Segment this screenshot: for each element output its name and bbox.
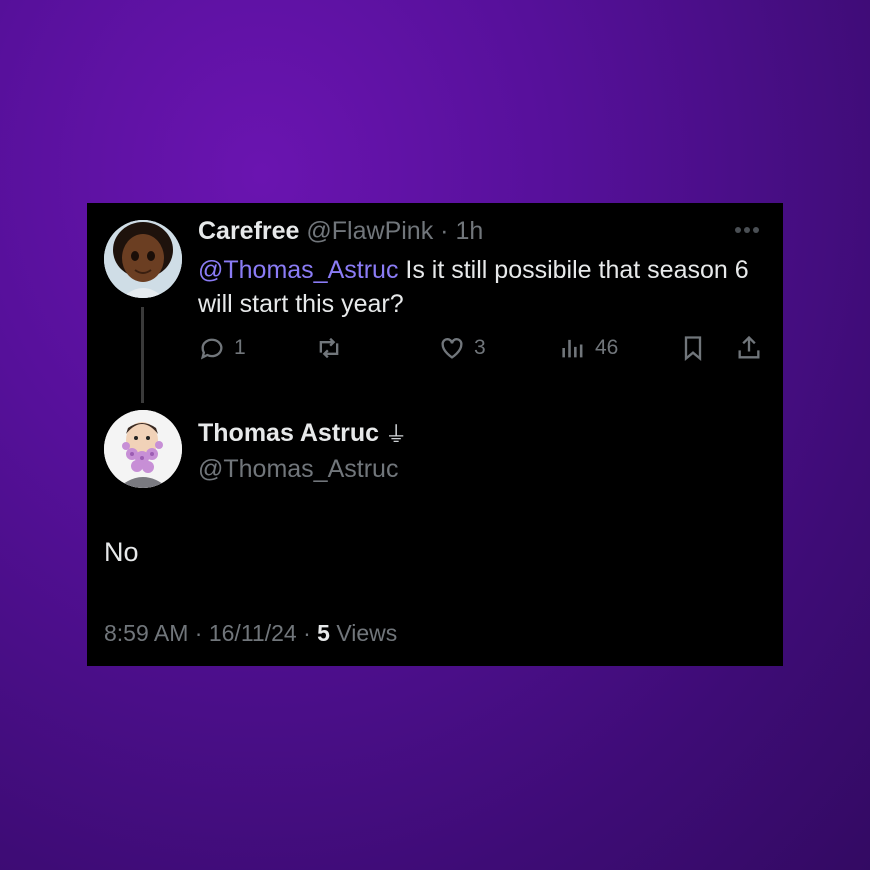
mention-link[interactable]: @Thomas_Astruc <box>198 256 398 284</box>
reply-meta: 8:59 AM · 16/11/24 · 5 Views <box>104 620 397 647</box>
share-button[interactable] <box>735 331 763 365</box>
author-handle[interactable]: @FlawPink <box>306 217 433 245</box>
retweet-button[interactable] <box>315 331 351 365</box>
reply-date[interactable]: 16/11/24 <box>209 620 297 646</box>
meta-separator: · <box>303 620 311 646</box>
tweet-text: @Thomas_Astruc Is it still possibile tha… <box>198 253 768 321</box>
reply-views-label: Views <box>336 620 398 646</box>
avatar-thomas-astruc[interactable] <box>104 410 182 488</box>
tweet-actions: 1 3 46 <box>198 331 768 365</box>
reply-text: No <box>104 537 139 567</box>
like-icon <box>441 338 463 359</box>
affiliation-badge-icon[interactable]: ⏚ <box>385 417 407 449</box>
tweet-header: Carefree @FlawPink · 1h <box>198 217 483 246</box>
retweet-icon <box>319 337 339 359</box>
like-button[interactable]: 3 <box>438 331 486 365</box>
reply-views-count: 5 <box>317 620 330 646</box>
meta-separator: · <box>194 620 203 646</box>
reply-author-name[interactable]: Thomas Astruc <box>198 419 379 448</box>
author-name[interactable]: Carefree <box>198 217 299 245</box>
share-icon <box>738 335 760 359</box>
reply-count: 1 <box>234 336 246 359</box>
bookmark-icon <box>684 336 702 361</box>
bookmark-button[interactable] <box>679 331 707 365</box>
time-ago[interactable]: 1h <box>455 217 483 245</box>
reply-button[interactable]: 1 <box>198 331 246 365</box>
reply-author-row: Thomas Astruc ⏚ <box>198 417 407 449</box>
like-count: 3 <box>474 336 486 359</box>
views-count: 46 <box>595 336 619 359</box>
avatar-carefree[interactable] <box>104 220 182 298</box>
tweet-card: Carefree @FlawPink · 1h @Thomas_Astruc I… <box>87 203 783 666</box>
reply-time[interactable]: 8:59 AM <box>104 620 188 646</box>
separator: · <box>440 217 449 245</box>
reply-icon <box>200 338 223 360</box>
views-icon <box>562 339 583 358</box>
reply-author-handle[interactable]: @Thomas_Astruc <box>198 455 407 484</box>
more-icon[interactable] <box>735 225 765 235</box>
views-button[interactable]: 46 <box>559 331 618 365</box>
thread-line <box>141 307 144 403</box>
reply-header: Thomas Astruc ⏚ @Thomas_Astruc <box>198 417 407 484</box>
